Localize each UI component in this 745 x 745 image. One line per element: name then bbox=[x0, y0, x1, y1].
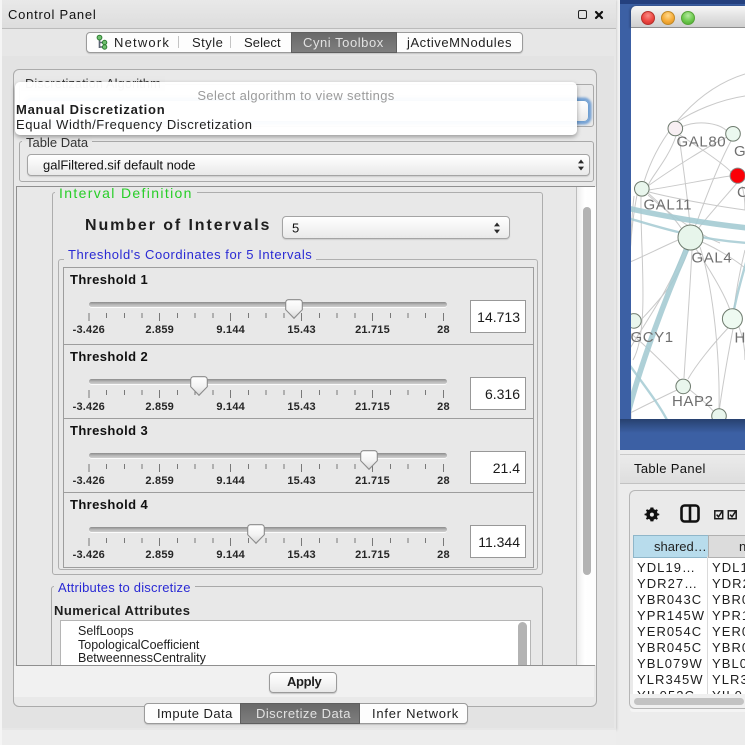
svg-text:GAL4: GAL4 bbox=[692, 250, 733, 267]
svg-text:G…: G… bbox=[734, 143, 745, 160]
svg-text:H: H bbox=[735, 330, 745, 347]
svg-text:C: C bbox=[737, 184, 745, 201]
svg-text:GAL80: GAL80 bbox=[677, 134, 727, 151]
svg-text:GAL11: GAL11 bbox=[644, 197, 693, 214]
svg-text:HAP2: HAP2 bbox=[672, 393, 714, 410]
svg-text:GCY1: GCY1 bbox=[631, 329, 674, 346]
